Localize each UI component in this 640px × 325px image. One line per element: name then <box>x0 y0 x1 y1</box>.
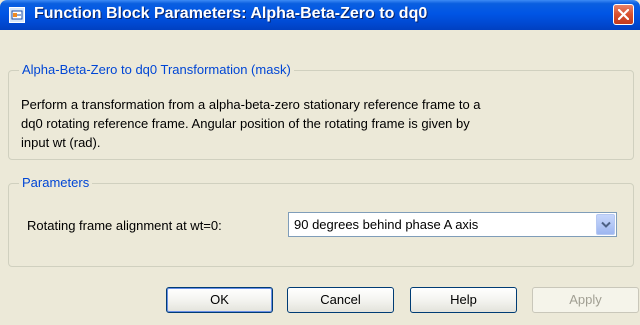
parameters-group-legend: Parameters <box>19 175 93 190</box>
description-line: Perform a transformation from a alpha-be… <box>21 97 481 112</box>
help-button[interactable]: Help <box>410 287 517 313</box>
dialog-window: Function Block Parameters: Alpha-Beta-Ze… <box>0 0 640 325</box>
alignment-label: Rotating frame alignment at wt=0: <box>27 218 222 233</box>
close-button[interactable] <box>613 4 634 25</box>
dropdown-arrow-button[interactable] <box>596 214 615 235</box>
alignment-dropdown[interactable]: 90 degrees behind phase A axis <box>288 212 617 237</box>
description-line: dq0 rotating reference frame. Angular po… <box>21 116 470 131</box>
simulink-block-icon <box>9 7 25 23</box>
mask-group-legend: Alpha-Beta-Zero to dq0 Transformation (m… <box>19 62 294 77</box>
ok-button[interactable]: OK <box>166 287 273 313</box>
parameters-group: Parameters Rotating frame alignment at w… <box>8 175 634 267</box>
mask-description-group: Alpha-Beta-Zero to dq0 Transformation (m… <box>8 62 634 160</box>
alignment-dropdown-value: 90 degrees behind phase A axis <box>294 217 479 232</box>
cancel-button[interactable]: Cancel <box>287 287 394 313</box>
close-icon <box>618 9 629 20</box>
window-title: Function Block Parameters: Alpha-Beta-Ze… <box>34 5 428 22</box>
description-line: input wt (rad). <box>21 135 101 150</box>
chevron-down-icon <box>601 221 611 228</box>
title-bar[interactable]: Function Block Parameters: Alpha-Beta-Ze… <box>0 0 640 30</box>
mask-description: Perform a transformation from a alpha-be… <box>21 95 639 152</box>
apply-button[interactable]: Apply <box>532 287 639 313</box>
